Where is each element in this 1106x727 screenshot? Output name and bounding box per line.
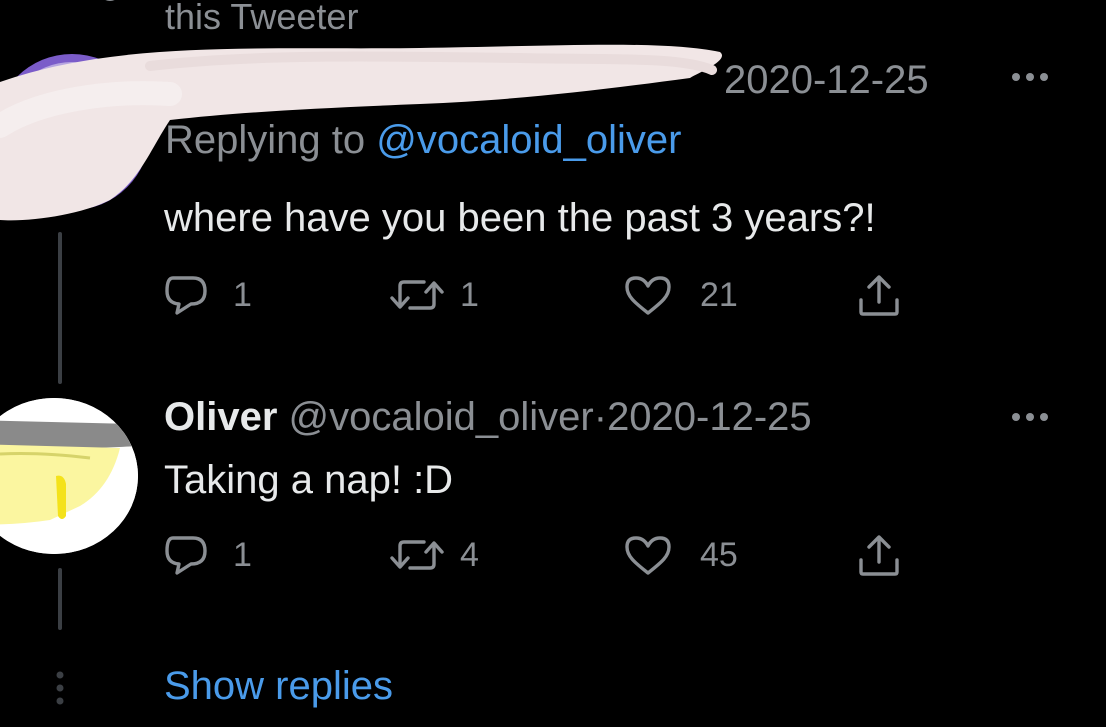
retweet-button[interactable]: 4 bbox=[388, 534, 479, 576]
tweet-text: where have you been the past 3 years?! bbox=[164, 196, 876, 240]
heart-icon bbox=[625, 276, 671, 315]
like-count: 45 bbox=[700, 535, 738, 574]
author-handle[interactable]: @vocaloid_oliver bbox=[289, 395, 594, 439]
reply-button[interactable]: 1 bbox=[163, 274, 252, 316]
thread-more-dots-icon bbox=[56, 671, 64, 705]
retweet-icon bbox=[390, 280, 444, 310]
retweet-count: 4 bbox=[460, 535, 479, 574]
tweet-date[interactable]: 2020-12-25 bbox=[724, 58, 929, 103]
reply-icon bbox=[165, 536, 207, 575]
tweet-date[interactable]: 2020-12-25 bbox=[607, 395, 812, 439]
meta-separator: · bbox=[593, 395, 608, 439]
reply-count: 1 bbox=[233, 535, 252, 574]
reply-button[interactable]: 1 bbox=[163, 534, 252, 576]
replying-to-line: Replying to @vocaloid_oliver bbox=[165, 118, 681, 163]
more-icon[interactable] bbox=[1004, 402, 1056, 432]
tweet-text: Taking a nap! :D bbox=[164, 458, 454, 502]
reply-icon bbox=[165, 276, 207, 315]
like-button[interactable]: 21 bbox=[624, 274, 738, 316]
show-replies-link[interactable]: Show replies bbox=[164, 664, 393, 709]
like-button[interactable]: 45 bbox=[624, 534, 738, 576]
author-display-name[interactable]: Oliver bbox=[164, 395, 277, 439]
retweet-count: 1 bbox=[460, 275, 479, 314]
share-icon bbox=[859, 275, 899, 316]
retweet-button[interactable]: 1 bbox=[388, 274, 479, 316]
retweet-icon bbox=[390, 540, 444, 570]
thread-connector-line bbox=[58, 232, 62, 384]
heart-icon bbox=[105, 0, 115, 1]
avatar-image bbox=[0, 398, 138, 554]
tweet-author-line: Oliver @vocaloid_oliver·2020-12-25 bbox=[164, 395, 812, 440]
reply-count: 1 bbox=[233, 275, 252, 314]
replying-to-mention[interactable]: @vocaloid_oliver bbox=[376, 118, 681, 162]
avatar[interactable] bbox=[0, 398, 138, 554]
share-button[interactable] bbox=[856, 274, 902, 318]
share-button[interactable] bbox=[856, 534, 902, 578]
replying-to-prefix: Replying to bbox=[165, 118, 366, 162]
share-icon bbox=[859, 535, 899, 576]
more-icon[interactable] bbox=[1004, 62, 1056, 92]
like-count: 21 bbox=[700, 275, 738, 314]
thread-connector-line bbox=[58, 568, 62, 630]
heart-icon bbox=[625, 536, 671, 575]
